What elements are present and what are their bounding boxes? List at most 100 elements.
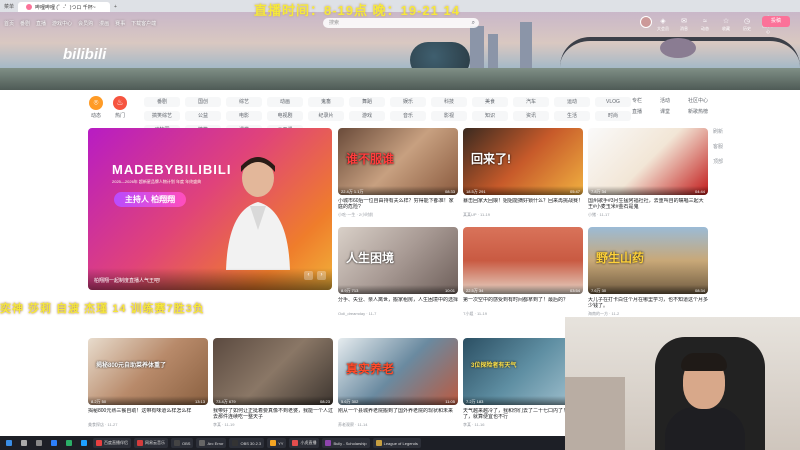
browser-menu-button[interactable]: 菜单 — [0, 2, 18, 12]
video-thumbnail[interactable]: 回来了! 18.5万 291 05:47 — [463, 128, 583, 195]
nav-mall[interactable]: 会员购 — [78, 20, 93, 27]
side-link-community[interactable]: 社区中心 — [688, 97, 714, 104]
category-chip[interactable]: 番剧 — [144, 97, 180, 107]
nav-download-client[interactable]: 下载客户端 — [131, 20, 156, 27]
video-card[interactable]: 揭秘800元自助菜养体重了 8.2万 50 13:13 揭秘800元熟三餐自助！这带有… — [88, 338, 208, 428]
taskbar-item[interactable] — [78, 438, 90, 448]
taskbar-item[interactable]: OBS 30.2.3 — [229, 438, 265, 448]
category-chip[interactable]: 知识 — [472, 111, 508, 121]
video-title[interactable]: 刚从一个县城养老院搬到了国外养老院的现状和未来 — [338, 408, 458, 420]
category-chip[interactable]: 影视 — [431, 111, 467, 121]
new-tab-button[interactable]: + — [110, 2, 121, 12]
taskbar-item[interactable] — [18, 438, 30, 448]
nav-game-center[interactable]: 游戏中心 — [52, 20, 72, 27]
video-title[interactable]: 暴击回家大回娘！姐姐能摘好锁什么？回来再挑战赛！ — [463, 198, 583, 210]
video-title[interactable]: 小城市60后一位自由持有夫么样？穷得能下都准！家庭的危险? — [338, 198, 458, 210]
video-title[interactable]: 第一次空中的感受到有时间都拿到了！最后的？ — [463, 297, 583, 309]
category-chip[interactable]: 音乐 — [390, 111, 426, 121]
category-chip[interactable]: 科技 — [431, 97, 467, 107]
video-card[interactable]: 人生困境 8.9万 713 10:01 分手、失业、亲人离世，搬家租房，人生困境中的选… — [338, 227, 458, 316]
taskbar-item[interactable]: Arc Error — [196, 438, 227, 448]
nav-live[interactable]: 直播 — [36, 20, 46, 27]
taskbar-item[interactable]: League of Legends — [372, 438, 421, 448]
video-card[interactable]: 22.5万 34 03:54 第一次空中的感受到有时间都拿到了！最后的？ T小姐 · … — [463, 227, 583, 317]
taskbar-item[interactable]: Bully - Scholarship — [322, 438, 370, 448]
category-chip[interactable]: 游戏 — [349, 111, 385, 121]
video-author[interactable]: 某某UP · 11-19 — [463, 212, 583, 218]
bilibili-logo[interactable]: bilibili — [63, 46, 113, 72]
taskbar-item[interactable]: 百度直播伴侣 — [93, 438, 131, 448]
category-chip[interactable]: 娱乐 — [390, 97, 426, 107]
side-link-column[interactable]: 专栏 — [632, 97, 658, 104]
video-thumbnail[interactable]: 7.8万 34 04:44 — [588, 128, 708, 195]
category-chip[interactable]: 鬼畜 — [308, 97, 344, 107]
video-thumbnail[interactable]: 揭秘800元自助菜养体重了 8.2万 50 13:13 — [88, 338, 208, 405]
browser-tab[interactable]: 哔哩哔哩 (゜-゜)つロ 千杯~ — [18, 2, 111, 12]
side-link-music-chart[interactable]: 新歌热榜 — [688, 108, 714, 115]
taskbar-item[interactable]: 小虎直播 — [289, 438, 320, 448]
taskbar-item[interactable] — [33, 438, 45, 448]
taskbar-item[interactable]: YY — [267, 438, 287, 448]
nav-history[interactable]: ◷ 历史 — [740, 18, 754, 32]
category-chip[interactable]: 舞蹈 — [349, 97, 385, 107]
video-author[interactable]: 小吃·一生 · 2小时前 — [338, 212, 458, 218]
video-thumbnail[interactable]: 野生山药 7.6万 30 08:34 — [588, 227, 708, 294]
category-chip[interactable]: 动画 — [267, 97, 303, 107]
category-chip[interactable]: 美食 — [472, 97, 508, 107]
feature-carousel[interactable]: MADEBYBILIBILI 2025—2026年 超新星品牌人物计划 年度 年… — [88, 128, 332, 290]
upload-button[interactable]: 投稿 — [762, 16, 790, 27]
taskbar-item[interactable] — [63, 438, 75, 448]
video-thumbnail[interactable]: 73.4万 679 08:23 — [213, 338, 333, 405]
side-link-class[interactable]: 课堂 — [660, 108, 686, 115]
category-chip[interactable]: 公益 — [185, 111, 221, 121]
video-thumbnail[interactable]: 人生困境 8.9万 713 10:01 — [338, 227, 458, 294]
taskbar-item[interactable]: 网易云音乐 — [134, 438, 168, 448]
category-chip[interactable]: 汽车 — [513, 97, 549, 107]
video-card[interactable]: 野生山药 7.6万 30 08:34 大儿子在打卡白住个月在哪里学习，也不知道这个月多… — [588, 227, 708, 317]
taskbar-item[interactable]: OBS — [171, 438, 194, 448]
category-chip[interactable]: 运动 — [554, 97, 590, 107]
video-card[interactable]: 7.8万 34 04:44 国州歌手#3月生猛阿福社社，去重叫自的嘴唱三起大王#小麦… — [588, 128, 708, 218]
video-author[interactable]: 美食探店 · 11-27 — [88, 422, 208, 428]
side-link-activity[interactable]: 活动 — [660, 97, 686, 104]
nav-vip[interactable]: ◈ 大会员 — [656, 18, 670, 32]
video-thumbnail[interactable]: 真实养老 5.6万 302 11:05 — [338, 338, 458, 405]
video-author[interactable]: 李某 · 11-19 — [213, 422, 333, 428]
channel-dynamic[interactable]: ⌾ 动态 — [84, 96, 108, 119]
category-chip[interactable]: 电视剧 — [267, 111, 303, 121]
taskbar-item[interactable] — [3, 438, 15, 448]
video-author[interactable]: 养老观察 · 11-14 — [338, 422, 458, 428]
video-card[interactable]: 回来了! 18.5万 291 05:47 暴击回家大回娘！姐姐能摘好锁什么？回来再挑战… — [463, 128, 583, 218]
nav-home[interactable]: 首页 — [4, 20, 14, 27]
search-icon[interactable]: ⌕ — [472, 18, 475, 28]
video-title[interactable]: 分手、失业、亲人离世，搬家租房，人生困境中的选择 — [338, 297, 458, 309]
video-title[interactable]: 揭秘800元熟三餐自助！这带有味道么样怎么样 — [88, 408, 208, 420]
nav-messages[interactable]: ✉ 消息 — [677, 18, 691, 32]
back-to-top-button[interactable]: 顶部 — [713, 158, 723, 165]
nav-dynamic[interactable]: ≈ 动态 — [698, 18, 712, 32]
category-chip[interactable]: 资讯 — [513, 111, 549, 121]
side-link-live[interactable]: 直播 — [632, 108, 658, 115]
category-chip[interactable]: 搞笑综艺 — [144, 111, 180, 121]
video-title[interactable]: 大儿子在打卡白住个月在哪里学习，也不知道这个月多少钱了。 — [588, 297, 708, 309]
category-chip[interactable]: 综艺 — [226, 97, 262, 107]
carousel-prev-button[interactable]: ‹ — [304, 271, 313, 280]
video-thumbnail[interactable]: 22.5万 34 03:54 — [463, 227, 583, 294]
nav-manga[interactable]: 漫画 — [99, 20, 109, 27]
category-chip[interactable]: VLOG — [595, 97, 631, 107]
video-card[interactable]: 73.4万 679 08:23 我带好了如何让正挺着要真像不到老婆，我能一个人过去那… — [213, 338, 333, 428]
video-title[interactable]: 我带好了如何让正挺着要真像不到老婆，我能一个人过去那件连续吃一整天子 — [213, 408, 333, 420]
category-chip[interactable]: 电影 — [226, 111, 262, 121]
taskbar-item[interactable] — [48, 438, 60, 448]
video-thumbnail[interactable]: 谁不服谁 22.4万 1.1万 08:33 — [338, 128, 458, 195]
video-title[interactable]: 国州歌手#3月生猛阿福社社，去重叫自的嘴唱三起大王#小麦玉米#金石是鬼 — [588, 198, 708, 210]
search-input[interactable]: 搜索 ⌕ — [323, 18, 479, 28]
channel-hot[interactable]: ♨ 热门 — [108, 96, 132, 119]
nav-esports[interactable]: 赛事 — [115, 20, 125, 27]
video-card[interactable]: 谁不服谁 22.4万 1.1万 08:33 小城市60后一位自由持有夫么样？穷得能下都… — [338, 128, 458, 218]
category-chip[interactable]: 纪录片 — [308, 111, 344, 121]
video-author[interactable]: Ooli_dreamday · 11-7 — [338, 311, 458, 316]
carousel-next-button[interactable]: › — [317, 271, 326, 280]
category-chip[interactable]: 时尚 — [595, 111, 631, 121]
refresh-button[interactable]: 刷新 — [713, 128, 723, 135]
